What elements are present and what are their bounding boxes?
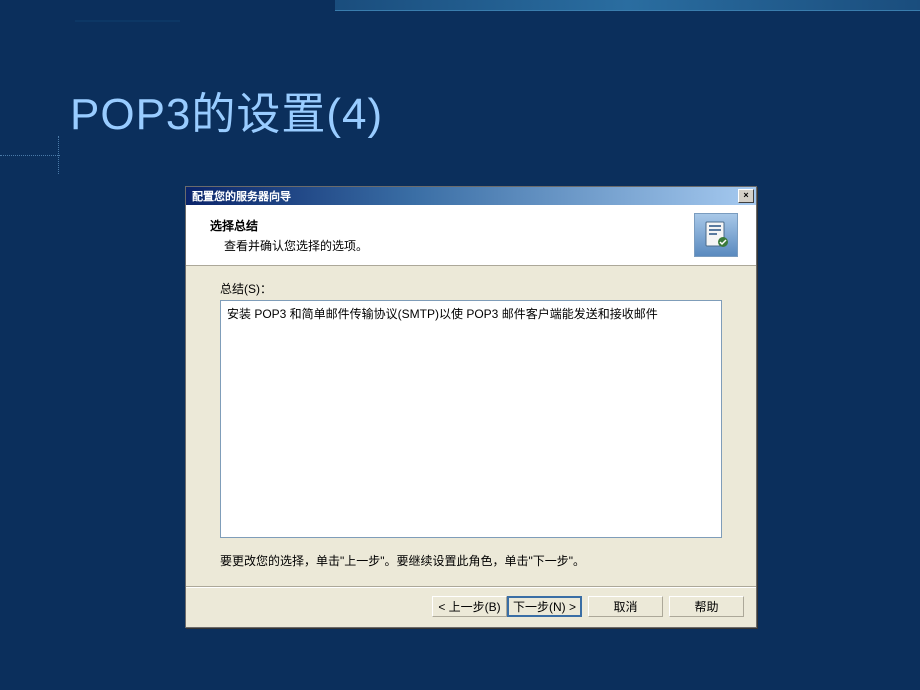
dialog-titlebar[interactable]: 配置您的服务器向导 × — [186, 187, 756, 205]
back-button[interactable]: < 上一步(B) — [432, 596, 507, 617]
close-icon: × — [743, 190, 748, 200]
slide-accent-h — [0, 155, 60, 156]
dialog-header-title: 选择总结 — [210, 217, 694, 234]
slide-title: POP3的设置(4) — [70, 78, 383, 142]
dialog-title-text: 配置您的服务器向导 — [192, 188, 291, 204]
cancel-button[interactable]: 取消 — [588, 596, 663, 617]
server-wizard-icon — [694, 213, 738, 257]
slide-top-accent — [335, 0, 920, 10]
dialog-body: 总结(S)： 安装 POP3 和简单邮件传输协议(SMTP)以使 POP3 邮件… — [186, 266, 756, 587]
summary-textbox[interactable]: 安装 POP3 和简单邮件传输协议(SMTP)以使 POP3 邮件客户端能发送和… — [220, 300, 722, 538]
help-button[interactable]: 帮助 — [669, 596, 744, 617]
dialog-header-panel: 选择总结 查看并确认您选择的选项。 — [186, 205, 756, 266]
hint-text: 要更改您的选择，单击"上一步"。要继续设置此角色，单击"下一步"。 — [220, 552, 722, 569]
wizard-dialog: 配置您的服务器向导 × 选择总结 查看并确认您选择的选项。 总结(S)： 安装 … — [185, 186, 757, 628]
slide-underline-accent — [75, 20, 180, 22]
next-button[interactable]: 下一步(N) > — [507, 596, 582, 617]
close-button[interactable]: × — [738, 189, 754, 203]
dialog-header-text: 选择总结 查看并确认您选择的选项。 — [210, 217, 694, 254]
summary-content: 安装 POP3 和简单邮件传输协议(SMTP)以使 POP3 邮件客户端能发送和… — [227, 307, 658, 321]
summary-label: 总结(S)： — [220, 280, 722, 297]
dialog-header-subtitle: 查看并确认您选择的选项。 — [210, 237, 694, 254]
slide-accent-v — [58, 136, 59, 174]
dialog-button-bar: < 上一步(B) 下一步(N) > 取消 帮助 — [186, 587, 756, 627]
nav-button-pair: < 上一步(B) 下一步(N) > — [432, 596, 582, 617]
